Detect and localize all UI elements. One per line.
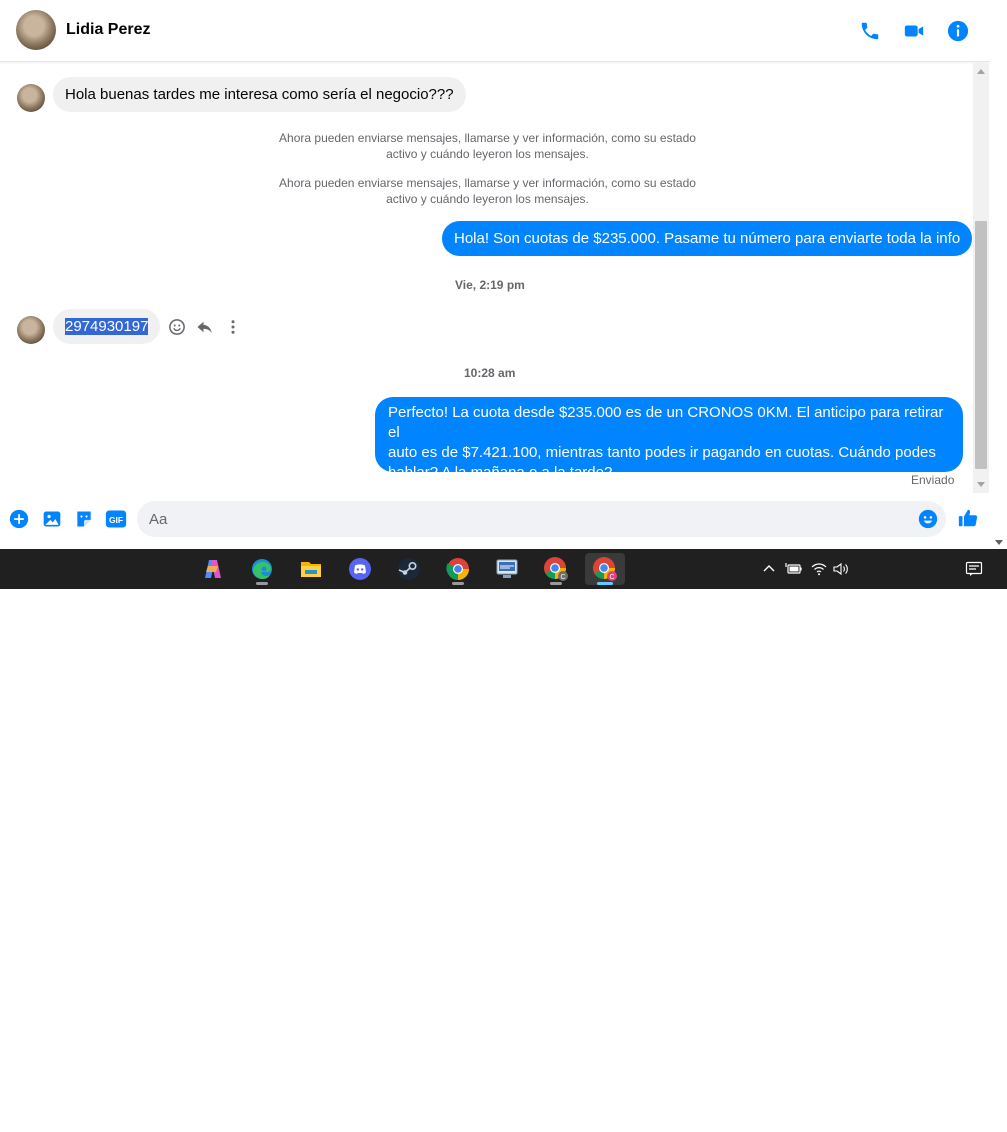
clock-time[interactable]: 10:28 (908, 1102, 936, 1114)
message-list-scrollbar[interactable] (973, 63, 989, 493)
chrome-profile-icon[interactable]: C (536, 553, 576, 585)
page-scrollbar[interactable] (990, 0, 1007, 549)
message-text: 2974930197 (65, 318, 149, 335)
sent-status: Enviado (911, 473, 955, 487)
discord-icon[interactable] (340, 553, 380, 585)
svg-text:C: C (560, 574, 565, 581)
messenger-window: Lidia Perez Hola buenas tardes me intere… (0, 0, 1007, 549)
message-input-placeholder: Aa (149, 510, 168, 528)
emoji-react-icon[interactable] (166, 316, 188, 338)
plus-icon[interactable] (8, 508, 30, 530)
chevron-up-icon[interactable] (760, 560, 778, 578)
sticker-icon[interactable] (73, 508, 95, 530)
reply-icon[interactable] (194, 316, 216, 338)
message-text-line: auto es de $7.421.100, mientras tanto po… (388, 444, 936, 461)
svg-text:C: C (609, 574, 614, 581)
outgoing-message[interactable]: Hola! Son cuotas de $235.000. Pasame tu … (442, 221, 973, 256)
network-app-icon[interactable] (487, 553, 527, 585)
message-text-line: Perfecto! La cuota desde $235.000 es de … (388, 404, 944, 441)
info-icon[interactable] (946, 19, 970, 43)
copilot-icon[interactable] (193, 553, 233, 585)
scroll-down-icon[interactable] (977, 482, 985, 487)
chrome-profile-active-icon[interactable]: C (585, 553, 625, 585)
chrome-icon[interactable] (438, 553, 478, 585)
taskbar: C C ESP 10:28 21/12/2024 (0, 549, 1007, 1132)
volume-icon[interactable] (832, 560, 850, 578)
chat-header: Lidia Perez (0, 0, 990, 62)
message-timestamp: Vie, 2:19 pm (455, 278, 525, 292)
incoming-message[interactable]: 2974930197 (53, 309, 161, 344)
sender-avatar[interactable] (17, 84, 45, 112)
contact-name[interactable]: Lidia Perez (66, 21, 150, 39)
phone-icon[interactable] (858, 19, 882, 43)
message-timestamp: 10:28 am (464, 366, 516, 380)
photo-icon[interactable] (41, 508, 63, 530)
like-icon[interactable] (956, 506, 980, 530)
outgoing-message[interactable]: Perfecto! La cuota desde $235.000 es de … (375, 397, 963, 481)
edge-icon[interactable] (242, 553, 282, 585)
video-call-icon[interactable] (902, 19, 926, 43)
notifications-icon[interactable] (965, 560, 983, 578)
message-text-line: hablar? A la mañana o a la tarde? (388, 464, 613, 481)
battery-icon[interactable] (785, 560, 803, 578)
message-text: Hola! Son cuotas de $235.000. Pasame tu … (454, 230, 961, 247)
svg-text:GIF: GIF (109, 515, 123, 525)
message-text: Hola buenas tardes me interesa como serí… (65, 86, 454, 103)
privacy-notice: Ahora pueden enviarse mensajes, llamarse… (279, 176, 696, 206)
file-explorer-icon[interactable] (291, 553, 331, 585)
scrollbar-thumb[interactable] (975, 221, 987, 469)
more-options-icon[interactable] (222, 316, 244, 338)
page-scroll-down-icon[interactable] (995, 540, 1003, 545)
language-indicator[interactable]: ESP (862, 1112, 884, 1124)
clock-date[interactable]: 21/12/2024 (893, 1120, 948, 1132)
scroll-up-icon[interactable] (977, 69, 985, 74)
wifi-icon[interactable] (810, 560, 828, 578)
steam-icon[interactable] (389, 553, 429, 585)
gif-icon[interactable]: GIF (104, 508, 128, 530)
message-input[interactable]: Aa (137, 501, 946, 537)
contact-avatar[interactable] (16, 10, 56, 50)
emoji-icon[interactable] (917, 508, 939, 530)
privacy-notice: Ahora pueden enviarse mensajes, llamarse… (279, 131, 696, 161)
sender-avatar[interactable] (17, 316, 45, 344)
incoming-message[interactable]: Hola buenas tardes me interesa como serí… (53, 77, 466, 112)
